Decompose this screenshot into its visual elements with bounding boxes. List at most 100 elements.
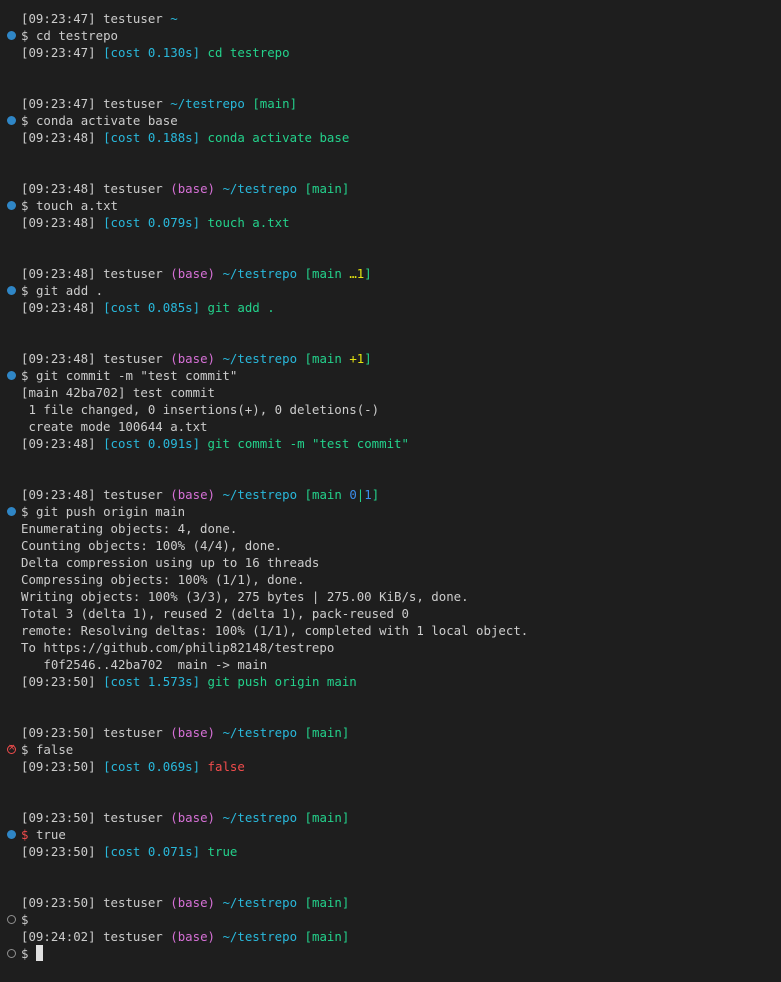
- current-directory: ~/testrepo: [222, 810, 298, 825]
- command-text: git add .: [35, 283, 104, 298]
- command-line[interactable]: $ true: [0, 826, 781, 843]
- command-text: conda activate base: [35, 113, 178, 128]
- timestamp: [09:23:50]: [21, 895, 96, 910]
- output-line: [main 42ba702] test commit: [21, 385, 215, 400]
- prompt-symbol: $: [21, 827, 29, 842]
- current-directory: ~/testrepo: [170, 96, 245, 111]
- command-line[interactable]: $ false: [0, 740, 781, 758]
- cost-duration: 0.130s]: [147, 45, 201, 60]
- prompt-line: [09:23:48] testuser (base) ~/testrepo [m…: [0, 265, 781, 282]
- timestamp: [09:23:50]: [21, 725, 96, 740]
- command-success-icon[interactable]: [7, 201, 16, 210]
- username: testuser: [103, 181, 163, 196]
- conda-env: (base): [170, 725, 215, 740]
- prompt-line: [09:24:02] testuser (base) ~/testrepo [m…: [0, 928, 781, 945]
- command-success-icon[interactable]: [7, 116, 16, 125]
- cost-line: [09:23:48] [cost 0.085s] git add .: [0, 299, 781, 316]
- command-line[interactable]: $ conda activate base: [0, 112, 781, 129]
- prompt-symbol: $: [21, 283, 29, 298]
- username: testuser: [103, 96, 163, 111]
- timestamp: [09:24:02]: [21, 929, 96, 944]
- cost-label: [cost: [103, 844, 141, 859]
- cost-line: [09:23:50] [cost 0.069s] false: [0, 758, 781, 775]
- command-text: git push origin main: [35, 504, 186, 519]
- cost-line: [09:23:48] [cost 0.091s] git commit -m "…: [0, 435, 781, 452]
- prompt-symbol: $: [21, 368, 29, 383]
- command-line[interactable]: $ cd testrepo: [0, 27, 781, 44]
- command-line[interactable]: $: [0, 911, 781, 928]
- cost-duration: 0.071s]: [147, 844, 201, 859]
- current-directory: ~: [170, 11, 178, 26]
- cost-label: [cost: [103, 759, 141, 774]
- output-line: Delta compression using up to 16 threads: [21, 555, 320, 570]
- git-ahead-count: 1: [364, 487, 372, 502]
- prompt-line: [09:23:47] testuser ~/testrepo [main]: [0, 95, 781, 112]
- prompt-symbol: $: [21, 113, 29, 128]
- output-line: Counting objects: 100% (4/4), done.: [21, 538, 283, 553]
- command-text: git commit -m "test commit": [35, 368, 238, 383]
- command-input-line[interactable]: $: [0, 945, 781, 962]
- command-line[interactable]: $ git push origin main: [0, 503, 781, 520]
- cost-label: [cost: [103, 215, 141, 230]
- cost-line: [09:23:47] [cost 0.130s] cd testrepo: [0, 44, 781, 61]
- command-line[interactable]: $ git commit -m "test commit": [0, 367, 781, 384]
- cost-command: git add .: [207, 300, 275, 315]
- git-branch: [main +1]: [304, 351, 372, 366]
- command-error-icon[interactable]: [7, 740, 16, 757]
- git-behind-count: 0: [349, 487, 357, 502]
- prompt-symbol: $: [21, 742, 29, 757]
- current-directory: ~/testrepo: [222, 725, 298, 740]
- output-line: To https://github.com/philip82148/testre…: [21, 640, 335, 655]
- output-line: remote: Resolving deltas: 100% (1/1), co…: [21, 623, 529, 638]
- cost-command: touch a.txt: [207, 215, 290, 230]
- command-success-icon[interactable]: [7, 286, 16, 295]
- conda-env: (base): [170, 181, 215, 196]
- cost-command: git commit -m "test commit": [207, 436, 409, 451]
- git-branch: [main]: [252, 96, 298, 111]
- command-success-icon[interactable]: [7, 371, 16, 380]
- cost-duration: 1.573s]: [147, 674, 201, 689]
- output-line: 1 file changed, 0 insertions(+), 0 delet…: [21, 402, 380, 417]
- cost-label: [cost: [103, 300, 141, 315]
- current-directory: ~/testrepo: [222, 266, 298, 281]
- username: testuser: [103, 266, 163, 281]
- command-line[interactable]: $ git add .: [0, 282, 781, 299]
- timestamp: [09:23:48]: [21, 130, 96, 145]
- username: testuser: [103, 810, 163, 825]
- timestamp: [09:23:48]: [21, 300, 96, 315]
- cost-command: false: [207, 759, 245, 774]
- git-untracked-count: …1: [349, 266, 365, 281]
- prompt-symbol: $: [21, 504, 29, 519]
- cost-label: [cost: [103, 674, 141, 689]
- timestamp: [09:23:47]: [21, 45, 96, 60]
- timestamp: [09:23:48]: [21, 215, 96, 230]
- prompt-symbol: $: [21, 198, 29, 213]
- timestamp: [09:23:47]: [21, 96, 96, 111]
- cost-command: cd testrepo: [207, 45, 290, 60]
- username: testuser: [103, 929, 163, 944]
- git-staged-count: +1: [349, 351, 365, 366]
- cost-line: [09:23:50] [cost 1.573s] git push origin…: [0, 673, 781, 690]
- command-success-icon[interactable]: [7, 507, 16, 516]
- prompt-line: [09:23:50] testuser (base) ~/testrepo [m…: [0, 894, 781, 911]
- command-success-icon[interactable]: [7, 31, 16, 40]
- command-empty-icon[interactable]: [7, 949, 16, 958]
- username: testuser: [103, 351, 163, 366]
- git-branch: [main]: [304, 895, 350, 910]
- git-branch: [main]: [304, 810, 350, 825]
- output-line: Compressing objects: 100% (1/1), done.: [21, 572, 305, 587]
- cost-duration: 0.079s]: [147, 215, 201, 230]
- cost-command: git push origin main: [207, 674, 357, 689]
- prompt-symbol: $: [21, 28, 29, 43]
- timestamp: [09:23:50]: [21, 759, 96, 774]
- text-cursor[interactable]: [35, 945, 43, 961]
- command-text: cd testrepo: [35, 28, 118, 43]
- conda-env: (base): [170, 895, 215, 910]
- output-line: f0f2546..42ba702 main -> main: [21, 657, 268, 672]
- command-success-icon[interactable]: [7, 830, 16, 839]
- terminal-window[interactable]: [09:23:47] testuser ~ $ cd testrepo [09:…: [0, 0, 781, 982]
- conda-env: (base): [170, 929, 215, 944]
- command-line[interactable]: $ touch a.txt: [0, 197, 781, 214]
- command-empty-icon[interactable]: [7, 915, 16, 924]
- cost-duration: 0.188s]: [147, 130, 201, 145]
